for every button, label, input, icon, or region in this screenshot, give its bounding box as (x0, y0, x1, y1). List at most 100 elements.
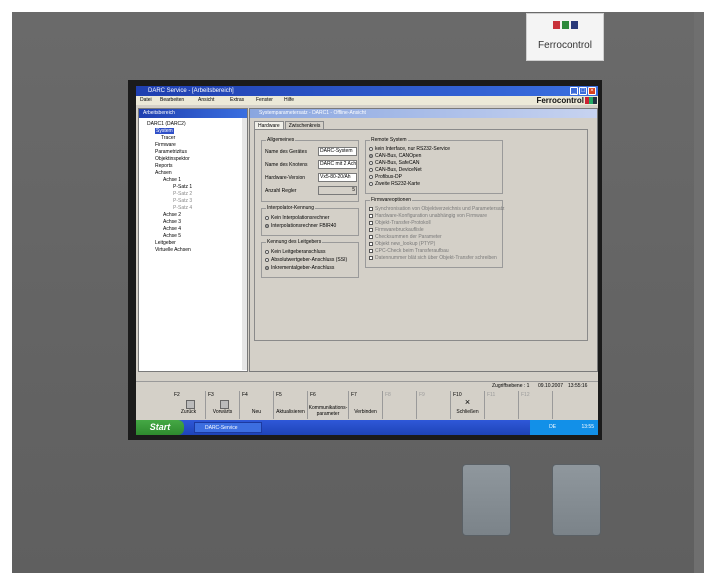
fkey-schliessen-button[interactable]: F10 × Schließen (451, 391, 485, 419)
group-title: Interpolator-Kennung (266, 205, 315, 211)
tree-item[interactable]: Reports (155, 163, 173, 169)
screen: DARC Service - [Arbeitsbereich] _ □ × Da… (136, 86, 598, 435)
tree-item-selected[interactable]: System (155, 128, 174, 134)
radio-remote-profibus[interactable]: Profibus-DP (369, 174, 402, 180)
tree-item[interactable]: P-Satz 1 (173, 184, 192, 190)
tree-item[interactable]: Leitgeber (155, 240, 176, 246)
menu-fenster[interactable]: Fenster (256, 96, 273, 105)
taskbar: Start DARC-Service DE 13:55 (136, 420, 598, 435)
parameter-window: Systemparametersatz - DARC1 - Offline-An… (249, 108, 598, 372)
app-titlebar: DARC Service - [Arbeitsbereich] _ □ × (136, 86, 598, 96)
radio-leitgeber-ssi[interactable]: Absolutwertgeber-Anschluss (SSI) (265, 257, 347, 263)
logo-mark-icon (553, 21, 578, 29)
group-firmwareoptionen: Firmwareoptionen Synchronisation von Obj… (365, 197, 505, 268)
fkey-vorwaerts-button[interactable]: F3 Vorwärts (206, 391, 240, 419)
hardware-button-left[interactable] (462, 464, 511, 536)
start-button[interactable]: Start (136, 420, 184, 435)
menu-extras[interactable]: Extras (230, 96, 244, 105)
logo-text: Ferrocontrol (538, 40, 592, 51)
group-title: Firmwareoptionen (370, 197, 413, 203)
tree-item[interactable]: P-Satz 2 (173, 191, 192, 197)
menu-hilfe[interactable]: Hilfe (284, 96, 294, 105)
radio-icon (369, 160, 373, 165)
group-title: Remote System (370, 137, 408, 143)
check-firmware-option[interactable]: Datennummer blät sich über Objekt-Transf… (369, 255, 497, 261)
field-hw-version[interactable]: Vx5-80-20/Ah (318, 173, 357, 182)
brand-label: Ferrocontrol (536, 96, 584, 105)
fkey-aktualisieren-button[interactable]: F5 Aktualisieren (274, 391, 308, 419)
tree-item[interactable]: Achse 5 (163, 233, 181, 239)
taskbar-item-darc-service[interactable]: DARC-Service (194, 422, 262, 433)
radio-remote-rs232[interactable]: kein Interface, nur RS232-Service (369, 146, 450, 152)
tree-item[interactable]: Firmware (155, 142, 176, 148)
checkbox-icon (369, 234, 373, 239)
group-allgemeines: Allgemeines Name des Gerätes DARC-System… (261, 137, 359, 202)
field-knoten[interactable]: DARC mit 2 Achs (318, 160, 357, 169)
radio-icon (369, 181, 373, 186)
tree-item[interactable]: Achse 1 (163, 177, 181, 183)
tree-item[interactable]: P-Satz 3 (173, 198, 192, 204)
fkey-f12-button[interactable]: F12 (519, 391, 553, 419)
close-button[interactable]: × (588, 87, 596, 95)
check-firmware-option[interactable]: Synchronisation von Objektverzeichnis un… (369, 206, 505, 212)
forward-icon (219, 400, 229, 409)
group-title: Kennung des Leitgebers (266, 239, 323, 245)
radio-remote-safecan[interactable]: CAN-Bus, SafeCAN (369, 160, 419, 166)
check-firmware-option[interactable]: Firmwarebruckauflisle (369, 227, 424, 233)
radio-checked-icon (265, 223, 269, 228)
tree-item[interactable]: Virtuelle Achsen (155, 247, 191, 253)
checkbox-icon (369, 227, 373, 232)
menu-ansicht[interactable]: Ansicht (198, 96, 214, 105)
check-firmware-option[interactable]: Objekt new_lookup (PTYP) (369, 241, 435, 247)
fkey-zurueck-button[interactable]: F2 Zurück (172, 391, 206, 419)
tree-item[interactable]: Achse 3 (163, 219, 181, 225)
tray-language[interactable]: DE (549, 424, 556, 430)
panel-edge (694, 12, 704, 573)
radio-checked-icon (369, 153, 373, 158)
checkbox-icon (369, 213, 373, 218)
fkey-f8-button[interactable]: F8 (383, 391, 417, 419)
radio-interpolator-fbir40[interactable]: Interpolationsrechner FBIR40 (265, 223, 336, 229)
system-tray: DE 13:55 (530, 420, 598, 435)
radio-leitgeber-inkremental[interactable]: Inkrementalgeber-Anschluss (265, 265, 334, 271)
tree-scrollbar[interactable] (242, 118, 247, 370)
check-firmware-option[interactable]: Checksummen der Parameter (369, 234, 442, 240)
fkey-neu-button[interactable]: F4 Neu (240, 391, 274, 419)
tab-zwischenkreis[interactable]: Zwischenkreis (284, 121, 325, 129)
field-regler: 5 (318, 186, 357, 195)
fkey-kommunikationsparameter-button[interactable]: F6 Kommunikations-parameter (308, 391, 349, 419)
maximize-button[interactable]: □ (579, 87, 587, 95)
minimize-button[interactable]: _ (570, 87, 578, 95)
radio-interpolator-none[interactable]: Kein Interpolationsrechner (265, 215, 329, 221)
check-firmware-option[interactable]: CPC-Check beim Transferaufbau (369, 248, 449, 254)
radio-icon (369, 146, 373, 151)
hardware-button-right[interactable] (552, 464, 601, 536)
label-knoten: Name des Knotens (265, 162, 308, 168)
radio-leitgeber-none[interactable]: Kein Leitgeberanschluss (265, 249, 325, 255)
radio-remote-devicenet[interactable]: CAN-Bus, DeviceNet (369, 167, 422, 173)
group-leitgeber: Kennung des Leitgebers Kein Leitgeberans… (261, 239, 359, 278)
workspace-tree: Arbeitsbereich DARC1 (DARC2) System Trac… (138, 108, 248, 372)
tree-item[interactable]: Achsen (155, 170, 172, 176)
tree-item[interactable]: Tracer (161, 135, 175, 141)
field-geraet[interactable]: DARC-System (318, 147, 357, 156)
radio-remote-canopen[interactable]: CAN-Bus, CANOpen (369, 153, 421, 159)
check-firmware-option[interactable]: Objekt-Transfer-Protokoll (369, 220, 431, 226)
tab-hardware[interactable]: Hardware (254, 121, 284, 129)
radio-remote-rs232-2[interactable]: Zweite RS232-Karte (369, 181, 420, 187)
tree-item[interactable]: DARC1 (DARC2) (147, 121, 186, 127)
checkbox-icon (369, 206, 373, 211)
fkey-verbinden-button[interactable]: F7 Verbinden (349, 391, 383, 419)
fkey-f11-button[interactable]: F11 (485, 391, 519, 419)
menu-bearbeiten[interactable]: Bearbeiten (160, 96, 184, 105)
menubar: Datei Bearbeiten Ansicht Extras Fenster … (136, 96, 598, 105)
tree-item[interactable]: Objektinspektor (155, 156, 190, 162)
tree-item[interactable]: Parametrizitus (155, 149, 187, 155)
check-firmware-option[interactable]: Hardware-Konfiguration unabhängig von Fi… (369, 213, 487, 219)
radio-icon (265, 257, 269, 262)
fkey-f9-button[interactable]: F9 (417, 391, 451, 419)
menu-datei[interactable]: Datei (140, 96, 152, 105)
tree-item[interactable]: Achse 2 (163, 212, 181, 218)
tree-item[interactable]: Achse 4 (163, 226, 181, 232)
tree-item[interactable]: P-Satz 4 (173, 205, 192, 211)
